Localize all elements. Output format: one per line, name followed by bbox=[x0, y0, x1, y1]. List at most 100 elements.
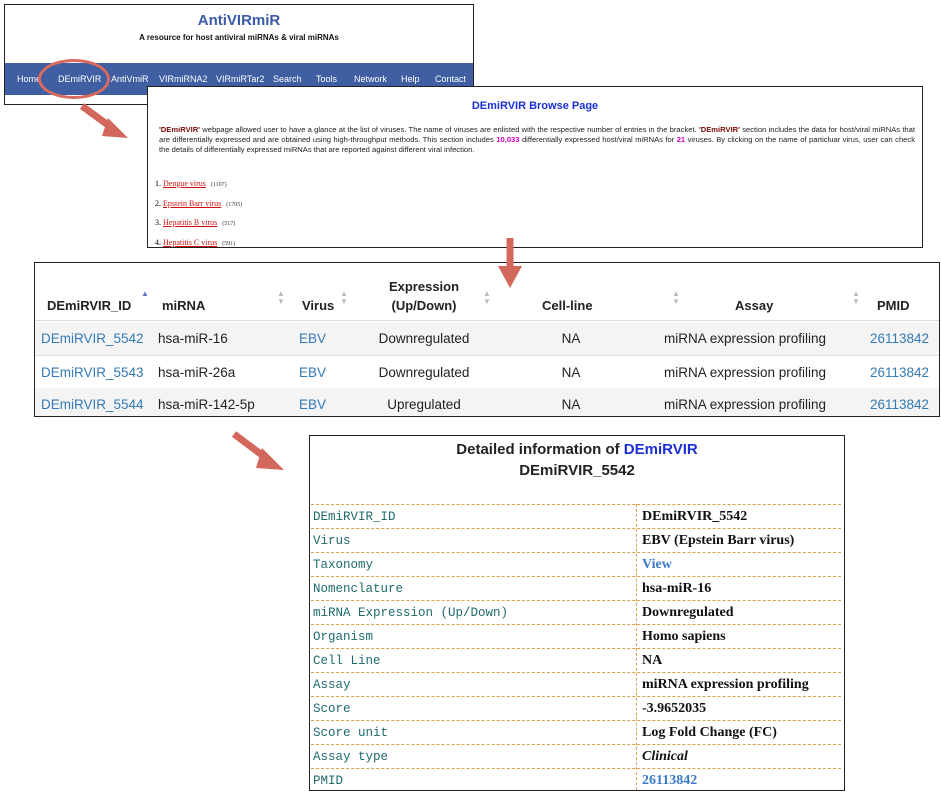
row-expression: Upregulated bbox=[387, 397, 461, 412]
detail-row: PMID 26113842 bbox=[311, 768, 841, 790]
col-header-assay[interactable]: Assay bbox=[735, 296, 773, 315]
virus-list-item: 3. Hepatitis B virus (517) bbox=[155, 218, 235, 227]
col-header-virus[interactable]: Virus bbox=[302, 296, 334, 315]
site-tagline: A resource for host antiviral miRNAs & v… bbox=[139, 33, 339, 42]
sort-icon[interactable]: ▲ ▼ bbox=[340, 290, 348, 306]
row-virus-link[interactable]: EBV bbox=[299, 388, 326, 416]
row-assay: miRNA expression profiling bbox=[663, 397, 827, 412]
nav-antivmir[interactable]: AntiVmiR bbox=[111, 63, 149, 95]
detail-label: PMID bbox=[313, 774, 344, 788]
browse-title: DEmiRVIR Browse Page bbox=[471, 100, 599, 112]
detail-label: Virus bbox=[313, 534, 351, 548]
desc-count: 10,033 bbox=[496, 135, 520, 144]
arrow-down-icon bbox=[498, 238, 522, 288]
detail-label: Nomenclature bbox=[313, 582, 404, 596]
virus-link[interactable]: Hepatitis C virus bbox=[163, 238, 217, 247]
row-expression: Downregulated bbox=[378, 365, 470, 380]
virus-link[interactable]: Dengue virus bbox=[163, 179, 206, 188]
browse-page-panel: DEmiRVIR Browse Page 'DEmiRVIR' webpage … bbox=[147, 86, 923, 248]
detail-row: Score -3.9652035 bbox=[311, 696, 841, 720]
row-id-link[interactable]: DEmiRVIR_5543 bbox=[41, 356, 144, 389]
col-header-expression[interactable]: Expression (Up/Down) bbox=[355, 277, 493, 315]
virus-link[interactable]: Hepatitis B virus bbox=[163, 218, 217, 227]
detail-label: Score unit bbox=[313, 726, 389, 740]
virus-count: (591) bbox=[222, 241, 236, 247]
sort-icon[interactable]: ▲ ▼ bbox=[277, 290, 285, 306]
desc-viruses: 21 bbox=[676, 135, 686, 144]
col-header-cell-line[interactable]: Cell-line bbox=[542, 296, 593, 315]
virus-count: (1705) bbox=[226, 202, 243, 208]
row-pmid-link[interactable]: 26113842 bbox=[870, 356, 929, 389]
detail-label: Organism bbox=[313, 630, 374, 644]
row-virus-link[interactable]: EBV bbox=[299, 356, 326, 389]
detail-row: Virus EBV (Epstein Barr virus) bbox=[311, 528, 841, 552]
row-id-link[interactable]: DEmiRVIR_5542 bbox=[41, 322, 144, 355]
detail-row: miRNA Expression (Up/Down) Downregulated bbox=[311, 600, 841, 624]
detail-label: Score bbox=[313, 702, 351, 716]
row-id-link[interactable]: DEmiRVIR_5544 bbox=[41, 388, 144, 416]
sort-icon[interactable]: ▲ ▼ bbox=[483, 290, 491, 306]
virus-list-item: 1. Dengue virus (1107) bbox=[155, 179, 227, 188]
detail-heading-accent: DEmiRVIR bbox=[623, 441, 698, 458]
arrow-right-down-icon bbox=[231, 431, 284, 470]
desc-name-2: 'DEmiRVIR' bbox=[698, 125, 740, 134]
row-cell-line: NA bbox=[561, 397, 581, 412]
detail-value: -3.9652035 bbox=[642, 701, 707, 716]
virus-list-item: 4. Hepatitis C virus (591) bbox=[155, 238, 235, 247]
row-cell-line: NA bbox=[561, 365, 581, 380]
detail-label: Assay bbox=[313, 678, 351, 692]
detail-row: Assay type Clinical bbox=[311, 744, 841, 768]
row-expression: Downregulated bbox=[378, 331, 470, 346]
browse-description: 'DEmiRVIR' webpage allowed user to have … bbox=[159, 125, 915, 155]
taxonomy-view-link[interactable]: View bbox=[642, 553, 672, 577]
virus-num: 4. bbox=[155, 238, 161, 247]
row-pmid-link[interactable]: 26113842 bbox=[870, 388, 929, 416]
row-assay: miRNA expression profiling bbox=[663, 365, 827, 380]
row-pmid-link[interactable]: 26113842 bbox=[870, 322, 929, 355]
detail-row: Cell Line NA bbox=[311, 648, 841, 672]
detail-value: Downregulated bbox=[642, 605, 734, 620]
col-header-pmid[interactable]: PMID bbox=[877, 296, 910, 315]
col-header-mirna[interactable]: miRNA bbox=[162, 296, 205, 315]
detail-value: Homo sapiens bbox=[642, 629, 726, 644]
pmid-link[interactable]: 26113842 bbox=[642, 769, 697, 790]
detail-value: Log Fold Change (FC) bbox=[642, 725, 777, 740]
sort-asc-icon[interactable]: ▲ bbox=[141, 290, 149, 298]
virus-count: (1107) bbox=[210, 182, 227, 188]
virus-num: 2. bbox=[155, 199, 161, 208]
detail-heading-prefix: Detailed information of bbox=[456, 441, 624, 458]
sort-icon[interactable]: ▲ ▼ bbox=[852, 290, 860, 306]
detail-heading: Detailed information of DEmiRVIR bbox=[310, 441, 844, 458]
detail-label: miRNA Expression (Up/Down) bbox=[313, 606, 509, 620]
sort-icon[interactable]: ▲ ▼ bbox=[672, 290, 680, 306]
results-table-panel: DEmiRVIR_ID ▲ miRNA ▲ ▼ Virus ▲ ▼ Expressi… bbox=[34, 262, 940, 417]
virus-list-item: 2. Epstein Barr virus (1705) bbox=[155, 199, 242, 208]
detail-row: Score unit Log Fold Change (FC) bbox=[311, 720, 841, 744]
detail-value: Clinical bbox=[642, 749, 688, 764]
row-virus-link[interactable]: EBV bbox=[299, 322, 326, 355]
desc-text-3: differentially expressed host/viral miRN… bbox=[519, 135, 677, 144]
nav-highlight-circle bbox=[38, 59, 110, 99]
row-mirna: hsa-miR-142-5p bbox=[158, 397, 255, 412]
desc-name-1: 'DEmiRVIR' bbox=[159, 125, 201, 134]
virus-link[interactable]: Epstein Barr virus bbox=[163, 199, 221, 208]
detail-label: DEmiRVIR_ID bbox=[313, 510, 396, 524]
virus-count: (517) bbox=[222, 221, 236, 227]
detail-row: DEmiRVIR_ID DEmiRVIR_5542 bbox=[311, 504, 841, 528]
table-row: DEmiRVIR_5543 hsa-miR-26a EBV Downregula… bbox=[35, 356, 939, 389]
detail-label: Assay type bbox=[313, 750, 389, 764]
detail-value: miRNA expression profiling bbox=[642, 677, 809, 692]
detail-row: Nomenclature hsa-miR-16 bbox=[311, 576, 841, 600]
row-mirna: hsa-miR-16 bbox=[158, 331, 228, 346]
table-row: DEmiRVIR_5544 hsa-miR-142-5p EBV Upregul… bbox=[35, 388, 939, 416]
detail-value: NA bbox=[642, 653, 663, 668]
detail-value: DEmiRVIR_5542 bbox=[642, 509, 748, 524]
col-header-id[interactable]: DEmiRVIR_ID bbox=[47, 296, 131, 315]
detail-row: Taxonomy View bbox=[311, 552, 841, 576]
detail-value: EBV (Epstein Barr virus) bbox=[642, 533, 795, 548]
desc-text-1: webpage allowed user to have a glance at… bbox=[200, 125, 699, 134]
row-cell-line: NA bbox=[561, 331, 581, 346]
detail-row: Assay miRNA expression profiling bbox=[311, 672, 841, 696]
arrow-right-down-icon bbox=[79, 103, 128, 138]
header-divider bbox=[35, 320, 939, 321]
